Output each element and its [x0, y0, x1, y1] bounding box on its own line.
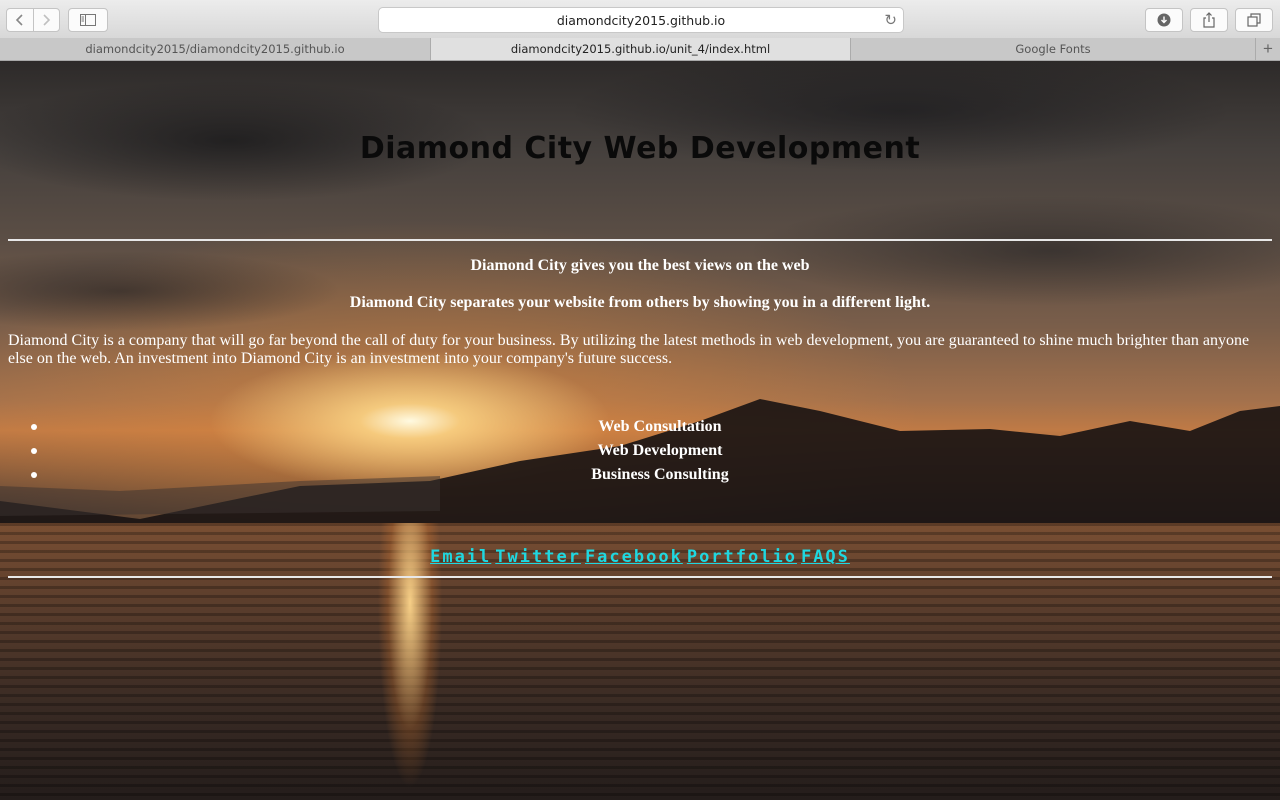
plus-icon: + [1263, 39, 1273, 58]
social-links: Email Twitter Facebook Portfolio FAQS [0, 547, 1280, 567]
tagline-primary: Diamond City gives you the best views on… [470, 257, 810, 274]
tab-bar: diamondcity2015/diamondcity2015.github.i… [0, 38, 1280, 61]
sidebar-button[interactable] [68, 8, 108, 32]
portfolio-link[interactable]: Portfolio [687, 547, 797, 567]
faqs-link[interactable]: FAQS [801, 547, 850, 567]
chevron-left-icon [15, 14, 23, 26]
bottom-divider [8, 576, 1272, 578]
list-item: Web Consultation [0, 415, 1280, 439]
back-button[interactable] [7, 9, 33, 31]
download-icon [1157, 13, 1171, 27]
top-divider [8, 239, 1272, 241]
new-tab-button[interactable]: + [1256, 38, 1280, 60]
company-description: Diamond City is a company that will go f… [8, 332, 1250, 367]
page-viewport: Diamond City Web Development Diamond Cit… [0, 61, 1280, 800]
reload-icon[interactable]: ↻ [884, 11, 897, 29]
tagline-secondary: Diamond City separates your website from… [349, 294, 931, 311]
service-label: Business Consulting [591, 466, 729, 483]
bullet-icon [31, 472, 37, 478]
twitter-link[interactable]: Twitter [495, 547, 581, 567]
chevron-right-icon [43, 14, 51, 26]
tabs-overview-icon [1247, 13, 1261, 27]
share-icon [1203, 12, 1215, 28]
list-item: Web Development [0, 439, 1280, 463]
service-label: Web Consultation [598, 418, 722, 435]
nav-buttons [6, 8, 60, 32]
forward-button[interactable] [32, 9, 60, 31]
sidebar-icon [80, 14, 96, 26]
bullet-icon [31, 448, 37, 454]
browser-toolbar: diamondcity2015.github.io ↻ [0, 0, 1280, 39]
tab-google-fonts[interactable]: Google Fonts [851, 38, 1256, 60]
bullet-icon [31, 424, 37, 430]
service-label: Web Development [597, 442, 723, 459]
page-title: Diamond City Web Development [359, 131, 921, 166]
page-content: Diamond City Web Development Diamond Cit… [0, 61, 1280, 800]
url-text: diamondcity2015.github.io [556, 12, 726, 28]
email-link[interactable]: Email [430, 547, 491, 567]
download-button[interactable] [1145, 8, 1183, 32]
address-bar[interactable]: diamondcity2015.github.io ↻ [378, 7, 904, 33]
list-item: Business Consulting [0, 463, 1280, 487]
share-button[interactable] [1190, 8, 1228, 32]
services-list: Web Consultation Web Development Busines… [0, 415, 1280, 487]
tabs-overview-button[interactable] [1235, 8, 1273, 32]
tab-unit4-index[interactable]: diamondcity2015.github.io/unit_4/index.h… [431, 38, 851, 60]
facebook-link[interactable]: Facebook [585, 547, 683, 567]
tab-github-repo[interactable]: diamondcity2015/diamondcity2015.github.i… [0, 38, 431, 60]
